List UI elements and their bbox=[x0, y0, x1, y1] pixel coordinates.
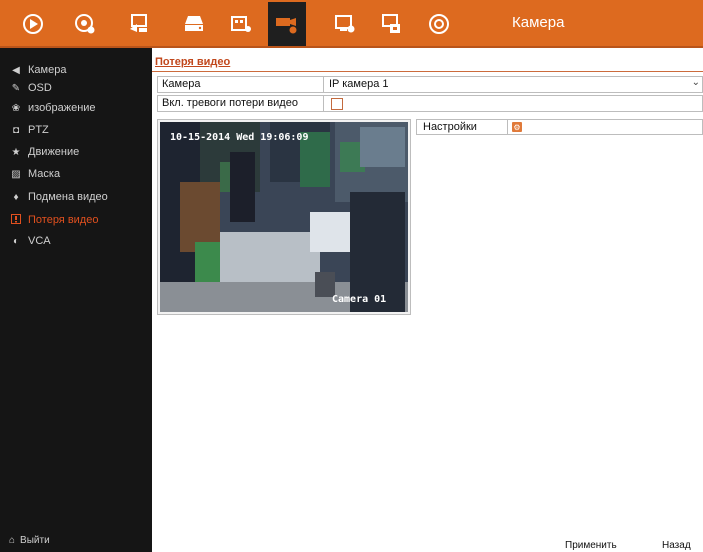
apply-button[interactable]: Применить bbox=[565, 540, 617, 551]
home-icon: ⌂ bbox=[9, 535, 16, 546]
alarm-label: Вкл. тревоги потери видео bbox=[162, 97, 298, 109]
settings-row: Настройки ⚙ bbox=[416, 119, 703, 135]
divider bbox=[323, 77, 324, 92]
sidebar-item-label: OSD bbox=[28, 82, 52, 94]
sidebar-item-label: VCA bbox=[28, 235, 51, 247]
sidebar-item-label: Движение bbox=[28, 146, 80, 158]
video-frame: 10-15-2014 Wed 19:06:09 Camera 01 bbox=[160, 122, 408, 312]
page-title: Камера bbox=[512, 14, 565, 31]
sidebar-item-camera[interactable]: ◀ Камера bbox=[0, 60, 150, 80]
vca-icon: ◐ bbox=[12, 235, 20, 247]
main-panel: Потеря видео Камера IP камера 1 ⌄ Вкл. т… bbox=[152, 48, 703, 552]
chevron-down-icon[interactable]: ⌄ bbox=[692, 77, 700, 88]
exit-button[interactable]: ⌂ Выйти bbox=[0, 535, 50, 546]
alarm-checkbox[interactable] bbox=[331, 98, 343, 110]
live-view-icon[interactable] bbox=[14, 6, 52, 42]
shutdown-icon[interactable] bbox=[420, 6, 458, 42]
settings-label: Настройки bbox=[423, 121, 477, 133]
tab-video-loss[interactable]: Потеря видео bbox=[155, 56, 230, 68]
osd-icon: ✎ bbox=[11, 82, 21, 94]
camera-select[interactable]: IP камера 1 bbox=[329, 78, 389, 90]
system-config-icon[interactable] bbox=[326, 6, 364, 42]
sidebar-item-label: Маска bbox=[28, 168, 61, 180]
top-toolbar: Камера bbox=[0, 0, 703, 48]
sidebar-item-vca[interactable]: ◐ VCA bbox=[0, 231, 150, 251]
settings-gear-button[interactable]: ⚙ bbox=[512, 122, 522, 132]
sidebar-item-video-loss[interactable]: Потеря видео bbox=[0, 210, 150, 230]
divider bbox=[507, 120, 508, 134]
sidebar-item-label: Подмена видео bbox=[28, 191, 108, 203]
hdd-icon[interactable] bbox=[175, 6, 213, 42]
camera-icon: ◀ bbox=[12, 64, 20, 76]
mask-icon: ▨ bbox=[11, 168, 21, 180]
camera-row: Камера IP камера 1 ⌄ bbox=[157, 76, 703, 93]
sidebar: ◀ Камера ✎ OSD ❀ изображение ◘ PTZ ★ Дви… bbox=[0, 48, 152, 552]
motion-icon: ★ bbox=[11, 146, 21, 158]
back-button[interactable]: Назад bbox=[662, 540, 691, 551]
tamper-icon: ♦ bbox=[13, 191, 19, 203]
image-icon: ❀ bbox=[11, 102, 21, 114]
sidebar-item-tamper[interactable]: ♦ Подмена видео bbox=[0, 187, 150, 207]
playback-icon[interactable] bbox=[66, 6, 104, 42]
exit-label: Выйти bbox=[20, 535, 50, 546]
video-preview: 10-15-2014 Wed 19:06:09 Camera 01 bbox=[157, 119, 411, 315]
sidebar-item-ptz[interactable]: ◘ PTZ bbox=[0, 120, 150, 140]
ptz-icon: ◘ bbox=[12, 124, 20, 136]
sidebar-item-mask[interactable]: ▨ Маска bbox=[0, 164, 150, 184]
sidebar-item-label: Камера bbox=[28, 64, 67, 76]
record-icon[interactable] bbox=[222, 6, 260, 42]
sidebar-item-label: изображение bbox=[28, 102, 96, 114]
sidebar-item-label: PTZ bbox=[28, 124, 49, 136]
osd-camera-name: Camera 01 bbox=[332, 294, 387, 305]
divider bbox=[323, 96, 324, 111]
tab-underline bbox=[152, 71, 703, 72]
network-icon[interactable] bbox=[373, 6, 411, 42]
sidebar-item-label: Потеря видео bbox=[28, 214, 99, 226]
remote-icon[interactable] bbox=[120, 6, 158, 42]
camera-label: Камера bbox=[162, 78, 201, 90]
sidebar-item-motion[interactable]: ★ Движение bbox=[0, 142, 150, 162]
sidebar-item-osd[interactable]: ✎ OSD bbox=[0, 78, 150, 98]
video-loss-icon bbox=[8, 213, 24, 227]
sidebar-item-image[interactable]: ❀ изображение bbox=[0, 98, 150, 118]
camera-settings-icon[interactable] bbox=[268, 2, 306, 46]
alarm-row: Вкл. тревоги потери видео bbox=[157, 95, 703, 112]
osd-date: 10-15-2014 Wed 19:06:09 bbox=[170, 132, 309, 143]
